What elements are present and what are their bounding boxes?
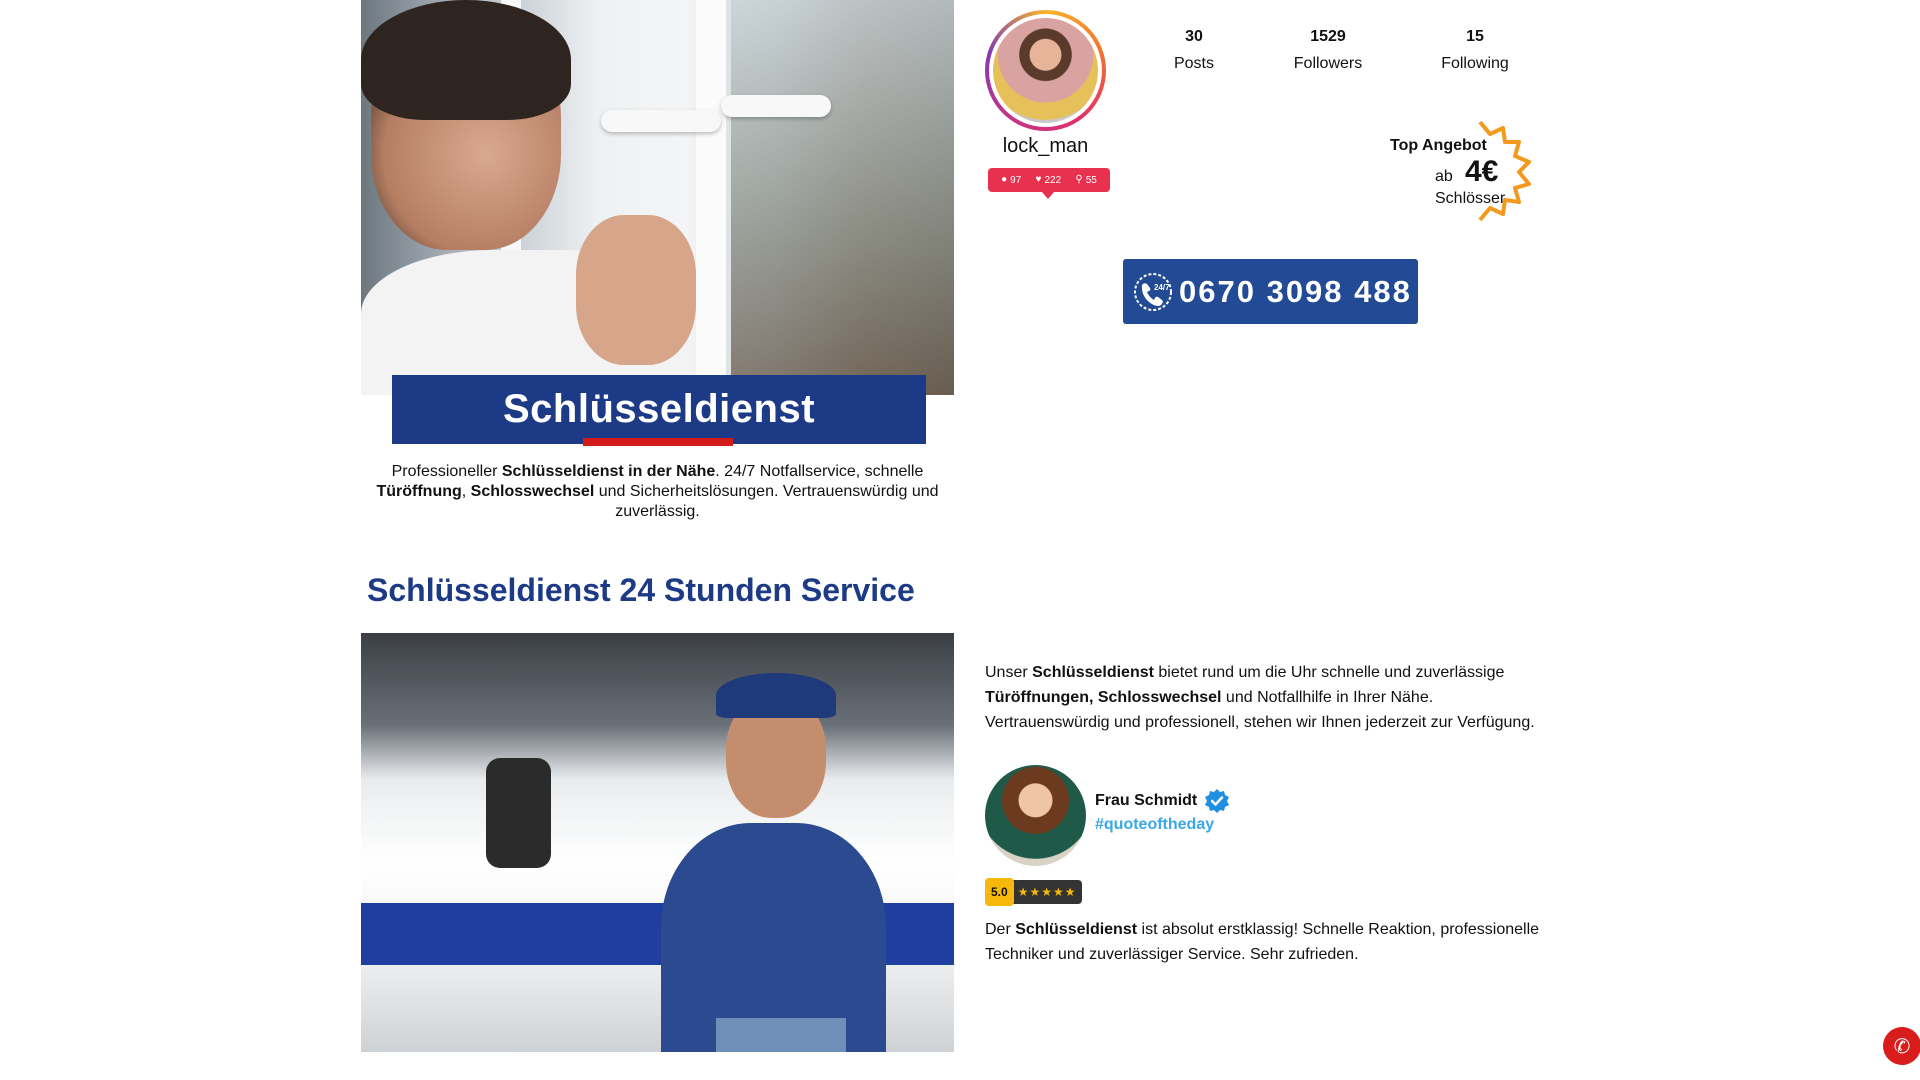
door-frame [696, 0, 726, 395]
intro-text-bold: Schlosswechsel [470, 483, 595, 500]
verified-badge-icon [1205, 789, 1229, 813]
followers-value: 55 [1085, 174, 1097, 186]
call-phone-button[interactable]: 24/7 0670 3098 488 [1123, 259, 1418, 324]
comments-count: ● 97 [1001, 175, 1021, 186]
hero-image-locksmith [361, 0, 954, 395]
profile-avatar[interactable] [985, 10, 1106, 131]
activity-pill: ● 97 ♥ 222 ⚲ 55 [988, 168, 1110, 192]
comment-icon: ● [1001, 174, 1008, 185]
worker-jeans [716, 1018, 846, 1052]
heart-icon: ♥ [1035, 174, 1042, 185]
title-underline [583, 438, 733, 446]
door-handle [721, 95, 831, 117]
rating-stars-icon: ★★★★★ [1017, 885, 1077, 899]
stat-posts-number: 30 [1185, 28, 1203, 45]
stat-following-label: Following [1441, 55, 1509, 72]
intro-text-part: , [461, 483, 471, 500]
section-heading: Schlüsseldienst 24 Stunden Service [367, 572, 915, 608]
user-icon: ⚲ [1075, 174, 1083, 185]
pill-tail [1042, 192, 1054, 199]
hero-title: Schlüsseldienst [502, 387, 816, 431]
stat-posts-label: Posts [1173, 55, 1214, 72]
intro-text-part: Professioneller [391, 463, 502, 480]
reviewer-avatar [985, 765, 1086, 866]
floating-call-button[interactable]: ✆ [1883, 1027, 1920, 1065]
worker-cap [716, 673, 836, 718]
review-hashtag[interactable]: #quoteoftheday [1095, 816, 1214, 834]
review-text-part: Der [985, 921, 1016, 938]
offer-title: Top Angebot [1390, 137, 1487, 154]
desc-text-part: bietet rund um die Uhr schnelle und zuve… [1153, 664, 1505, 681]
intro-text-bold: Türöffnung [376, 483, 462, 500]
review-text: Der Schlüsseldienst ist absolut erstklas… [985, 917, 1555, 967]
hero-intro-text: Professioneller Schlüsseldienst in der N… [365, 462, 950, 522]
desc-text-bold: Schlüsseldienst [1032, 664, 1154, 681]
offer-subtitle: Schlösser [1435, 190, 1506, 207]
stat-following-number: 15 [1466, 28, 1484, 45]
rating-badge: 5.0 ★★★★★ [985, 878, 1083, 906]
phone-number: 0670 3098 488 [1179, 273, 1412, 309]
top-offer-badge: Top Angebot ab 4€ Schlösser [1385, 120, 1545, 235]
review-text-bold: Schlüsseldienst [1015, 921, 1138, 938]
van-mirror [486, 758, 551, 868]
intro-text-part: und Sicherheitslösungen. Vertrauenswürdi… [594, 483, 939, 520]
desc-text-part: Unser [985, 664, 1033, 681]
person-hand [576, 215, 696, 365]
likes-count: ♥ 222 [1036, 175, 1062, 186]
reviewer-name: Frau Schmidt [1095, 792, 1198, 809]
profile-photo [993, 18, 1098, 123]
stat-followers[interactable]: 1529 Followers [1273, 28, 1383, 73]
desc-text-bold: Türöffnungen, Schlosswechsel [985, 689, 1222, 706]
phone-icon: ✆ [1893, 1035, 1911, 1058]
rating-score: 5.0 [985, 878, 1014, 906]
person-hair [361, 0, 571, 120]
intro-text-bold: Schlüsseldienst in der Nähe [501, 463, 716, 480]
service-van-image [361, 633, 954, 1052]
door-handle [601, 110, 721, 132]
profile-username: lock_man [1002, 135, 1089, 157]
stat-followers-label: Followers [1293, 55, 1363, 72]
svg-text:24/7: 24/7 [1154, 283, 1170, 292]
service-description: Unser Schlüsseldienst bietet rund um die… [985, 660, 1555, 735]
stat-following[interactable]: 15 Following [1420, 28, 1530, 73]
offer-prefix: ab [1435, 168, 1453, 185]
window-background [731, 0, 954, 395]
intro-text-part: . 24/7 Notfallservice, schnelle [715, 463, 924, 480]
hero-title-banner: Schlüsseldienst [392, 375, 926, 444]
stat-followers-number: 1529 [1310, 28, 1346, 45]
phone-24-7-icon: 24/7 [1131, 270, 1175, 314]
followers-count: ⚲ 55 [1075, 175, 1096, 186]
likes-value: 222 [1044, 174, 1062, 186]
stat-posts[interactable]: 30 Posts [1139, 28, 1249, 73]
comments-value: 97 [1010, 174, 1022, 186]
offer-price: 4€ [1465, 155, 1499, 188]
